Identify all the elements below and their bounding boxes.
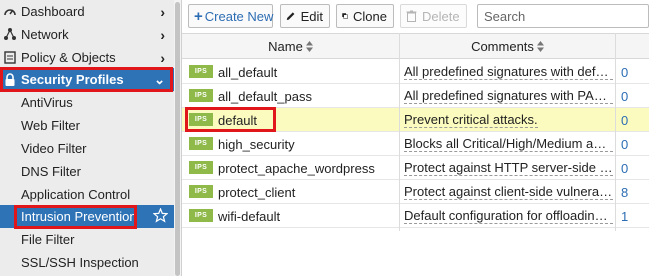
sidebar-item-application-control[interactable]: Application Control — [0, 183, 174, 206]
delete-button[interactable]: Delete — [400, 4, 467, 28]
sidebar-item-label: Web Filter — [21, 118, 80, 133]
sidebar-item-network[interactable]: Network › — [0, 23, 174, 46]
ips-badge: IPS — [189, 161, 213, 174]
table-row[interactable]: IPS protect_apache_wordpress Protect aga… — [182, 156, 649, 180]
column-header-label: Comments — [471, 38, 534, 54]
row-ref-count[interactable]: 0 — [621, 108, 628, 132]
row-name: all_default_pass — [218, 88, 312, 104]
sidebar: Dashboard › Network › Policy & Objects ›… — [0, 0, 174, 276]
chevron-right-icon: › — [160, 49, 165, 66]
dashboard-icon — [4, 9, 16, 16]
clone-icon — [342, 13, 348, 19]
row-comment: Prevent critical attacks. — [404, 108, 613, 132]
column-divider — [399, 33, 400, 231]
row-comment-text: Protect against client-side vulnerabilit… — [404, 184, 613, 200]
policy-icon — [4, 51, 16, 64]
sidebar-item-label: SSL/SSH Inspection — [21, 255, 139, 270]
row-comment: Blocks all Critical/High/Medium and some… — [404, 132, 613, 156]
sidebar-item-label: Intrusion Prevention — [21, 209, 137, 224]
sidebar-item-video-filter[interactable]: Video Filter — [0, 137, 174, 160]
lock-icon — [5, 73, 15, 86]
table-row[interactable]: IPS wifi-default Default configuration f… — [182, 204, 649, 228]
delete-label: Delete — [422, 8, 460, 24]
ips-badge: IPS — [189, 113, 213, 126]
row-comment-text: Blocks all Critical/High/Medium and some… — [404, 137, 613, 152]
plus-icon: + — [194, 7, 203, 25]
sidebar-item-dashboard[interactable]: Dashboard › — [0, 0, 174, 23]
chevron-right-icon: › — [160, 3, 165, 20]
table-row[interactable]: IPS high_security Blocks all Critical/Hi… — [182, 132, 649, 156]
sort-icon — [305, 40, 313, 52]
table-header: Name Comments — [182, 33, 649, 59]
ips-badge: IPS — [189, 209, 213, 222]
table-row[interactable]: IPS all_default_pass All predefined sign… — [182, 84, 649, 108]
row-name: all_default — [218, 64, 278, 80]
sidebar-item-label: Policy & Objects — [21, 50, 116, 65]
sidebar-item-label: File Filter — [21, 232, 75, 247]
sidebar-item-label: AntiVirus — [21, 95, 73, 110]
row-comment: Protect against HTTP server-side vulnera… — [404, 156, 613, 180]
star-icon[interactable] — [153, 208, 168, 223]
row-ref-count[interactable]: 0 — [621, 156, 628, 180]
sidebar-item-dns-filter[interactable]: DNS Filter — [0, 160, 174, 183]
sidebar-scrollbar-thumb[interactable] — [175, 2, 180, 276]
sidebar-item-intrusion-prevention[interactable]: Intrusion Prevention — [0, 205, 174, 228]
trash-icon — [406, 10, 417, 22]
sidebar-item-label: Security Profiles — [21, 72, 124, 87]
row-name: protect_client — [218, 184, 296, 200]
sidebar-item-antivirus[interactable]: AntiVirus — [0, 91, 174, 114]
ips-badge: IPS — [189, 89, 213, 102]
sidebar-item-policy-objects[interactable]: Policy & Objects › — [0, 46, 174, 69]
row-comment-text: All predefined signatures with default s… — [404, 64, 613, 80]
row-comment: All predefined signatures with default s… — [404, 60, 613, 84]
column-header-label: Name — [268, 38, 303, 54]
ips-badge: IPS — [189, 137, 213, 150]
column-header-comments[interactable]: Comments — [400, 34, 615, 58]
sidebar-item-label: Application Control — [21, 187, 131, 202]
search-input[interactable] — [477, 4, 649, 28]
row-name: protect_apache_wordpress — [218, 160, 375, 176]
column-header-name[interactable]: Name — [182, 34, 399, 58]
table-row[interactable]: IPS default Prevent critical attacks. 0 — [182, 108, 649, 132]
row-ref-count[interactable]: 0 — [621, 84, 628, 108]
row-comment-text: Protect against HTTP server-side vulnera… — [404, 160, 613, 176]
sidebar-item-label: Video Filter — [21, 141, 87, 156]
row-comment-text: Default configuration for offloading WiF… — [404, 209, 613, 224]
sidebar-item-file-filter[interactable]: File Filter — [0, 228, 174, 251]
row-ref-count[interactable]: 0 — [621, 132, 628, 156]
chevron-down-icon: ⌄ — [154, 71, 165, 87]
ips-badge: IPS — [189, 185, 213, 198]
row-comment-text: Prevent critical attacks. — [404, 112, 538, 128]
clone-label: Clone — [353, 8, 387, 24]
row-comment-text: All predefined signatures with PASS acti… — [404, 88, 613, 104]
sidebar-item-web-filter[interactable]: Web Filter — [0, 114, 174, 137]
row-ref-count[interactable]: 0 — [621, 60, 628, 84]
row-ref-count[interactable]: 1 — [621, 204, 628, 228]
row-comment: Default configuration for offloading WiF… — [404, 204, 613, 228]
chevron-right-icon: › — [160, 26, 165, 43]
sidebar-item-security-profiles[interactable]: Security Profiles ⌄ — [0, 68, 174, 91]
row-ref-count[interactable]: 8 — [621, 180, 628, 204]
row-name: high_security — [218, 136, 295, 152]
row-name: wifi-default — [218, 208, 281, 224]
column-divider — [615, 33, 616, 231]
row-name: default — [218, 112, 258, 128]
table-row[interactable]: IPS protect_client Protect against clien… — [182, 180, 649, 204]
clone-button[interactable]: Clone — [336, 4, 394, 28]
sidebar-item-label: DNS Filter — [21, 164, 81, 179]
row-comment: All predefined signatures with PASS acti… — [404, 84, 613, 108]
sidebar-item-ssl-ssh-inspection[interactable]: SSL/SSH Inspection — [0, 251, 174, 274]
edit-button[interactable]: Edit — [280, 4, 330, 28]
row-comment: Protect against client-side vulnerabilit… — [404, 180, 613, 204]
edit-label: Edit — [300, 8, 323, 24]
table-row[interactable]: IPS all_default All predefined signature… — [182, 60, 649, 84]
create-new-button[interactable]: + Create New — [188, 4, 273, 28]
pencil-icon — [286, 12, 295, 20]
network-icon — [4, 28, 16, 40]
ips-badge: IPS — [189, 65, 213, 78]
sort-icon — [536, 40, 544, 52]
create-new-label: Create New — [204, 8, 274, 24]
